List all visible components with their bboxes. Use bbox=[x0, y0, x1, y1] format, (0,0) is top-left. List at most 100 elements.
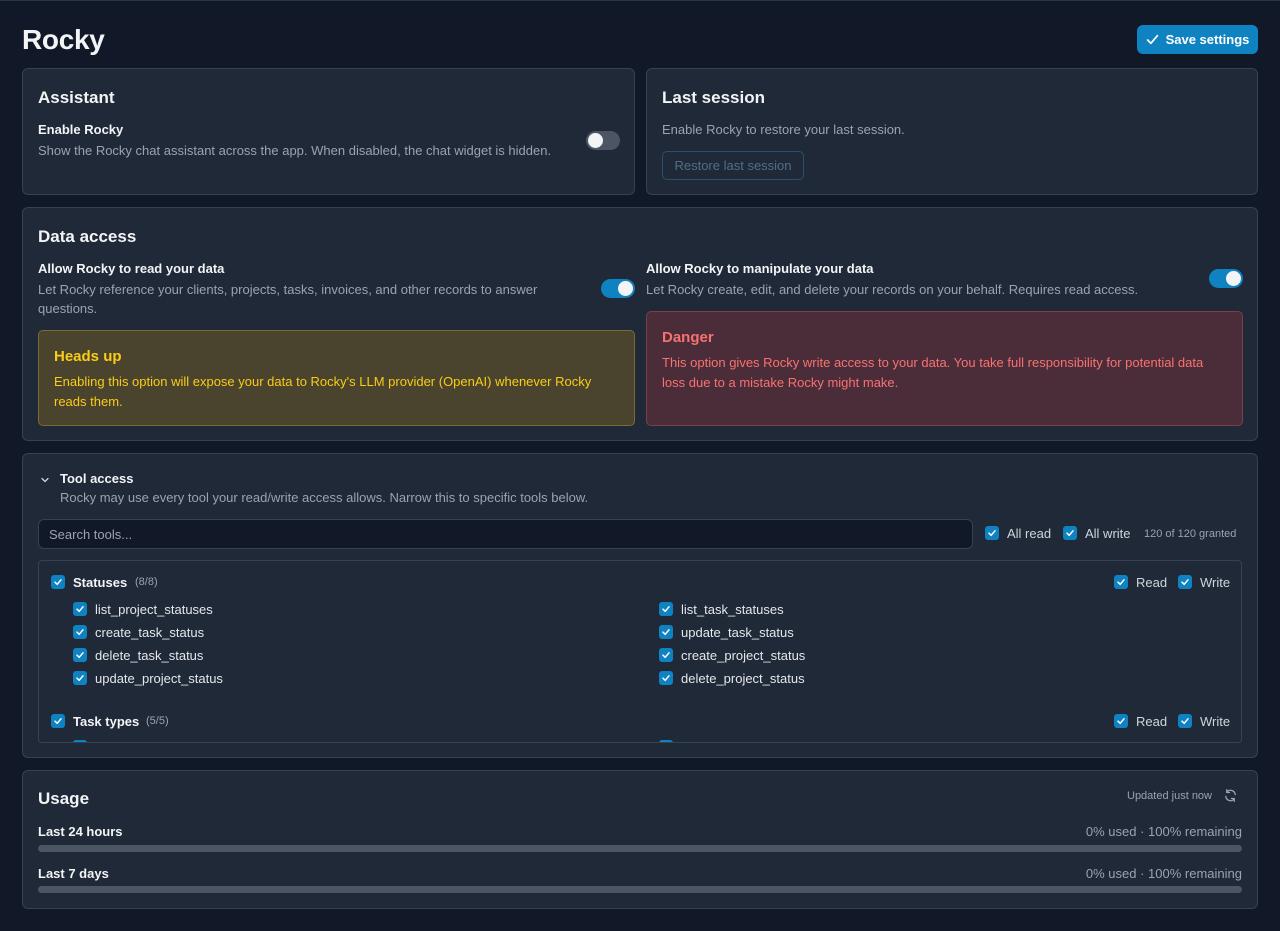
last-session-card: Last session Enable Rocky to restore you… bbox=[646, 68, 1258, 195]
usage-card: Usage Updated just now Last 24 hours 0% … bbox=[22, 770, 1258, 909]
danger-line2: loss due to a mistake Rocky might make. bbox=[662, 374, 899, 390]
tool-access-description: Rocky may use every tool your read/write… bbox=[60, 490, 589, 505]
all-read-checkbox[interactable] bbox=[985, 526, 999, 540]
usage-row-value: 0% used · 100% remaining bbox=[1085, 866, 1242, 881]
check-icon bbox=[54, 718, 62, 725]
group-read-checkbox-task-types[interactable] bbox=[1114, 714, 1128, 728]
heads-up-alert: Heads up Enabling this option will expos… bbox=[38, 330, 635, 426]
tool-name: list_project_statuses bbox=[95, 602, 213, 617]
check-icon bbox=[1066, 530, 1074, 537]
group-write-label: Write bbox=[1200, 575, 1231, 590]
usage-row-label: Last 24 hours bbox=[38, 824, 123, 839]
check-icon bbox=[988, 530, 996, 537]
check-icon bbox=[662, 629, 670, 636]
read-data-toggle[interactable] bbox=[601, 279, 635, 298]
refresh-icon[interactable] bbox=[1223, 788, 1238, 803]
read-data-label: Allow Rocky to read your data bbox=[38, 261, 225, 276]
assistant-title: Assistant bbox=[38, 88, 115, 107]
save-settings-label: Save settings bbox=[1165, 32, 1250, 47]
all-write-checkbox[interactable] bbox=[1063, 526, 1077, 540]
check-icon bbox=[662, 652, 670, 659]
group-count-statuses: (8/8) bbox=[135, 576, 158, 588]
search-tools-input[interactable]: Search tools... bbox=[38, 519, 973, 549]
tool-name: update_task_status bbox=[681, 625, 794, 640]
tool-access-title[interactable]: Tool access bbox=[60, 471, 133, 486]
usage-row-label: Last 7 days bbox=[38, 866, 109, 881]
top-border bbox=[0, 0, 1280, 1]
tool-checkbox[interactable] bbox=[73, 740, 87, 742]
data-access-card: Data access Allow Rocky to read your dat… bbox=[22, 207, 1258, 441]
last-session-description: Enable Rocky to restore your last sessio… bbox=[662, 122, 905, 137]
last-session-title: Last session bbox=[662, 88, 765, 107]
save-settings-button[interactable]: Save settings bbox=[1137, 25, 1258, 54]
enable-rocky-description: Show the Rocky chat assistant across the… bbox=[38, 143, 552, 158]
toggle-knob bbox=[618, 281, 633, 296]
group-count-task-types: (5/5) bbox=[146, 715, 169, 727]
read-data-description-line2: questions. bbox=[38, 301, 98, 316]
assistant-card: Assistant Enable Rocky Show the Rocky ch… bbox=[22, 68, 635, 195]
all-read-label: All read bbox=[1007, 526, 1052, 541]
check-icon bbox=[76, 629, 84, 636]
heads-up-body: Enabling this option will expose your da… bbox=[54, 372, 591, 411]
check-icon bbox=[76, 652, 84, 659]
tool-checkbox[interactable] bbox=[659, 740, 673, 742]
page-header: Rocky Save settings bbox=[22, 24, 1258, 56]
check-icon bbox=[662, 606, 670, 613]
tool-checkbox[interactable] bbox=[659, 602, 673, 616]
group-label-statuses: Statuses bbox=[73, 575, 128, 590]
check-icon bbox=[1117, 579, 1125, 586]
heads-up-line1: Enabling this option will expose your da… bbox=[54, 374, 592, 389]
tool-name: delete_project_status bbox=[681, 671, 805, 686]
check-icon bbox=[662, 675, 670, 682]
check-icon bbox=[1181, 718, 1189, 725]
all-write-label: All write bbox=[1085, 526, 1131, 541]
check-icon bbox=[76, 606, 84, 613]
tool-name: create_project_status bbox=[681, 648, 806, 663]
tool-checkbox[interactable] bbox=[659, 648, 673, 662]
group-checkbox-statuses[interactable] bbox=[51, 575, 65, 589]
toggle-knob bbox=[1226, 271, 1241, 286]
page-title: Rocky bbox=[22, 24, 105, 55]
chevron-down-icon[interactable] bbox=[40, 475, 50, 485]
tool-checkbox[interactable] bbox=[73, 625, 87, 639]
heads-up-title: Heads up bbox=[54, 348, 122, 365]
tool-access-card: Tool access Rocky may use every tool you… bbox=[22, 453, 1258, 758]
group-read-label: Read bbox=[1136, 575, 1168, 590]
check-icon bbox=[76, 675, 84, 682]
toggle-knob bbox=[588, 133, 603, 148]
read-data-description-line1: Let Rocky reference your clients, projec… bbox=[38, 282, 538, 297]
tool-checkbox[interactable] bbox=[73, 671, 87, 685]
enable-rocky-label: Enable Rocky bbox=[38, 122, 124, 137]
group-write-label: Write bbox=[1200, 714, 1231, 729]
danger-alert: Danger This option gives Rocky write acc… bbox=[646, 311, 1243, 426]
group-read-checkbox-statuses[interactable] bbox=[1114, 575, 1128, 589]
tool-checkbox[interactable] bbox=[659, 625, 673, 639]
group-label-task-types: Task types bbox=[73, 714, 140, 729]
tool-checkbox[interactable] bbox=[659, 671, 673, 685]
check-icon bbox=[54, 579, 62, 586]
group-read-label: Read bbox=[1136, 714, 1168, 729]
danger-line1: This option gives Rocky write access to … bbox=[662, 355, 1204, 370]
tool-name: create_task_status bbox=[95, 625, 205, 640]
usage-row-value: 0% used · 100% remaining bbox=[1085, 824, 1242, 839]
usage-title: Usage bbox=[38, 789, 90, 808]
tools-list[interactable]: Statuses (8/8) Read Write list_project_s… bbox=[38, 560, 1242, 743]
enable-rocky-toggle[interactable] bbox=[586, 131, 620, 150]
write-data-toggle[interactable] bbox=[1209, 269, 1243, 288]
group-write-checkbox-task-types[interactable] bbox=[1178, 714, 1192, 728]
data-access-title: Data access bbox=[38, 227, 137, 246]
group-write-checkbox-statuses[interactable] bbox=[1178, 575, 1192, 589]
usage-progress-bar bbox=[38, 845, 1242, 852]
danger-body: This option gives Rocky write access to … bbox=[662, 353, 1203, 392]
restore-last-session-button[interactable]: Restore last session bbox=[662, 151, 804, 180]
usage-progress-bar bbox=[38, 886, 1242, 893]
group-checkbox-task-types[interactable] bbox=[51, 714, 65, 728]
granted-count: 120 of 120 granted bbox=[1144, 528, 1237, 540]
check-icon bbox=[1117, 718, 1125, 725]
tool-checkbox[interactable] bbox=[73, 602, 87, 616]
tool-checkbox[interactable] bbox=[73, 648, 87, 662]
tool-name: update_project_status bbox=[95, 671, 223, 686]
danger-title: Danger bbox=[662, 329, 714, 346]
check-icon bbox=[1146, 34, 1158, 45]
tool-name: delete_task_status bbox=[95, 648, 204, 663]
